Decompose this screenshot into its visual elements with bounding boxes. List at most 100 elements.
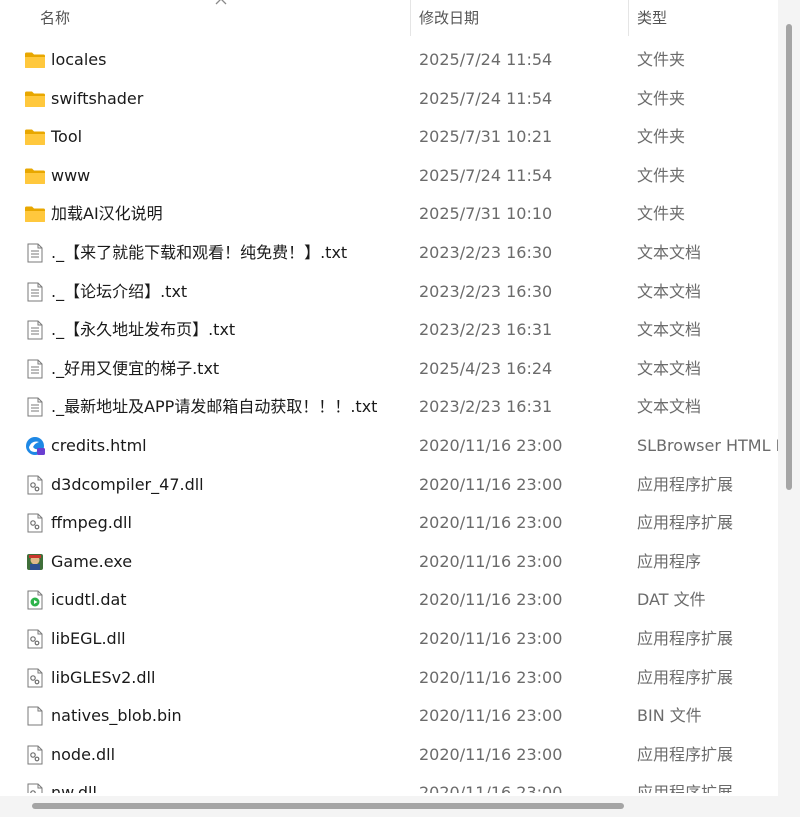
file-name: libEGL.dll (51, 628, 126, 648)
column-date-header[interactable]: 修改日期 (419, 0, 619, 36)
text-file-icon (24, 397, 46, 417)
folder-icon (24, 50, 46, 70)
file-name: ._【论坛介绍】.txt (51, 281, 188, 301)
file-name: libGLESv2.dll (51, 667, 156, 687)
file-row[interactable]: swiftshader 2025/7/24 11:54 文件夹 (0, 80, 778, 119)
folder-icon (24, 166, 46, 186)
file-row[interactable]: Tool 2025/7/31 10:21 文件夹 (0, 118, 778, 157)
file-name: ._【来了就能下载和观看！纯免费！】.txt (51, 242, 348, 262)
file-row[interactable]: Game.exe 2020/11/16 23:00 应用程序 (0, 543, 778, 582)
vertical-scroll-thumb[interactable] (786, 24, 792, 490)
file-modified-date: 2020/11/16 23:00 (419, 435, 563, 455)
file-modified-date: 2025/7/24 11:54 (419, 88, 553, 108)
vertical-scrollbar[interactable] (778, 0, 800, 796)
file-type: 文本文档 (637, 281, 702, 301)
file-row[interactable]: ._最新地址及APP请发邮箱自动获取！！！.txt 2023/2/23 16:31… (0, 388, 778, 427)
file-type: 应用程序扩展 (637, 667, 734, 687)
column-header: 名称 修改日期 类型 (0, 0, 778, 36)
file-type: 文件夹 (637, 165, 686, 185)
file-name: credits.html (51, 435, 147, 455)
file-type: SLBrowser HTML D (637, 435, 778, 455)
dll-file-icon (24, 513, 46, 533)
file-row[interactable]: natives_blob.bin 2020/11/16 23:00 BIN 文件 (0, 697, 778, 736)
folder-icon (24, 127, 46, 147)
file-row[interactable]: www 2025/7/24 11:54 文件夹 (0, 157, 778, 196)
file-name: Game.exe (51, 551, 133, 571)
file-row[interactable]: credits.html 2020/11/16 23:00 SLBrowser HT… (0, 427, 778, 466)
file-type: 文本文档 (637, 242, 702, 262)
file-row[interactable]: ._【永久地址发布页】.txt 2023/2/23 16:31 文本文档 (0, 311, 778, 350)
file-modified-date: 2025/7/24 11:54 (419, 50, 553, 69)
file-row[interactable]: 加载AI汉化说明 2025/7/31 10:10 文件夹 (0, 195, 778, 234)
folder-icon (24, 204, 46, 224)
file-row[interactable]: libEGL.dll 2020/11/16 23:00 应用程序扩展 (0, 620, 778, 659)
file-type: 应用程序扩展 (637, 783, 734, 793)
file-name: natives_blob.bin (51, 706, 182, 726)
text-file-icon (24, 359, 46, 379)
dll-file-icon (24, 783, 46, 793)
column-divider[interactable] (410, 0, 411, 36)
file-row[interactable]: icudtl.dat 2020/11/16 23:00 DAT 文件 (0, 581, 778, 620)
file-modified-date: 2025/4/23 16:24 (419, 358, 553, 378)
file-modified-date: 2020/11/16 23:00 (419, 706, 563, 726)
browser-html-icon (24, 436, 46, 456)
file-modified-date: 2020/11/16 23:00 (419, 551, 563, 571)
file-type: DAT 文件 (637, 590, 706, 610)
file-row[interactable]: ._好用又便宜的梯子.txt 2025/4/23 16:24 文本文档 (0, 350, 778, 389)
text-file-icon (24, 243, 46, 263)
file-row[interactable]: locales 2025/7/24 11:54 文件夹 (0, 41, 778, 80)
folder-icon (24, 89, 46, 109)
file-type: 应用程序扩展 (637, 628, 734, 648)
file-type: 文件夹 (637, 204, 686, 224)
file-type: BIN 文件 (637, 706, 702, 726)
file-modified-date: 2025/7/31 10:10 (419, 204, 553, 224)
file-name: www (51, 165, 91, 185)
file-modified-date: 2020/11/16 23:00 (419, 628, 563, 648)
file-name: icudtl.dat (51, 590, 127, 610)
file-modified-date: 2020/11/16 23:00 (419, 474, 563, 494)
column-type-header[interactable]: 类型 (637, 0, 777, 36)
file-name: ._好用又便宜的梯子.txt (51, 358, 220, 378)
file-modified-date: 2020/11/16 23:00 (419, 513, 563, 533)
file-modified-date: 2020/11/16 23:00 (419, 744, 563, 764)
file-row[interactable]: node.dll 2020/11/16 23:00 应用程序扩展 (0, 736, 778, 775)
blank-file-icon (24, 706, 46, 726)
dll-file-icon (24, 745, 46, 765)
media-file-icon (24, 590, 46, 610)
text-file-icon (24, 320, 46, 340)
file-type: 文件夹 (637, 127, 686, 147)
file-row[interactable]: libGLESv2.dll 2020/11/16 23:00 应用程序扩展 (0, 659, 778, 698)
file-type: 文件夹 (637, 50, 686, 69)
column-name-header[interactable]: 名称 (40, 0, 400, 36)
text-file-icon (24, 282, 46, 302)
horizontal-scroll-thumb[interactable] (32, 803, 624, 809)
file-type: 文本文档 (637, 320, 702, 340)
file-row[interactable]: nw.dll 2020/11/16 23:00 应用程序扩展 (0, 774, 778, 793)
file-name: swiftshader (51, 88, 144, 108)
file-modified-date: 2025/7/31 10:21 (419, 127, 553, 147)
file-row[interactable]: ._【论坛介绍】.txt 2023/2/23 16:30 文本文档 (0, 273, 778, 312)
file-row[interactable]: ._【来了就能下载和观看！纯免费！】.txt 2023/2/23 16:30 文本文… (0, 234, 778, 273)
file-modified-date: 2023/2/23 16:30 (419, 242, 553, 262)
dll-file-icon (24, 668, 46, 688)
file-name: ._最新地址及APP请发邮箱自动获取！！！.txt (51, 397, 378, 417)
file-row[interactable]: ffmpeg.dll 2020/11/16 23:00 应用程序扩展 (0, 504, 778, 543)
file-modified-date: 2023/2/23 16:31 (419, 397, 553, 417)
file-modified-date: 2020/11/16 23:00 (419, 783, 563, 793)
column-divider[interactable] (628, 0, 629, 36)
file-name: 加载AI汉化说明 (51, 204, 163, 224)
dll-file-icon (24, 475, 46, 495)
file-name: ._【永久地址发布页】.txt (51, 320, 236, 340)
file-type: 文本文档 (637, 358, 702, 378)
file-type: 应用程序 (637, 551, 702, 571)
file-name: node.dll (51, 744, 116, 764)
file-type: 应用程序扩展 (637, 513, 734, 533)
file-row[interactable]: d3dcompiler_47.dll 2020/11/16 23:00 应用程序扩展 (0, 466, 778, 505)
game-exe-icon (24, 552, 46, 572)
horizontal-scrollbar[interactable] (0, 796, 800, 817)
file-type: 文本文档 (637, 397, 702, 417)
file-modified-date: 2020/11/16 23:00 (419, 590, 563, 610)
file-name: Tool (51, 127, 83, 147)
file-name: ffmpeg.dll (51, 513, 132, 533)
file-name: nw.dll (51, 783, 97, 793)
